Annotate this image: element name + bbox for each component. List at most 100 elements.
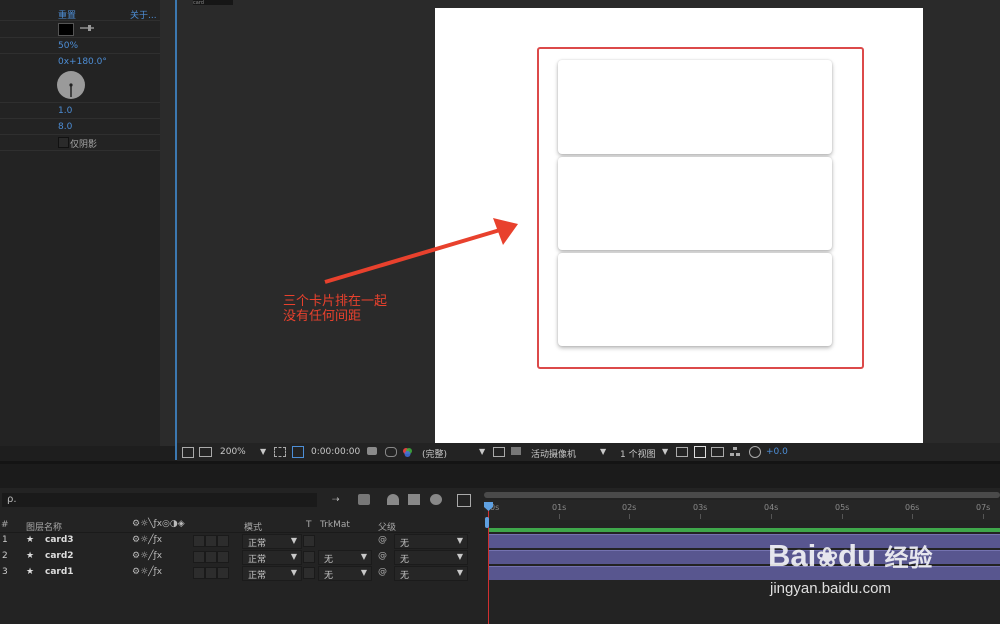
exposure-reset-icon[interactable] <box>749 446 761 458</box>
pickwhip-icon[interactable]: @ <box>378 567 387 577</box>
preserve-transparency-box[interactable] <box>303 535 315 547</box>
views-dropdown-icon[interactable]: ▼ <box>662 447 668 456</box>
ruler-label: 07s <box>976 503 991 512</box>
pickwhip-icon[interactable]: @ <box>378 535 387 545</box>
views-dropdown[interactable]: 1 个视图 <box>620 447 656 460</box>
mode-dropdown[interactable]: 正常 ▼ <box>242 534 302 549</box>
switch-box[interactable] <box>205 567 217 579</box>
mode-value: 正常 <box>248 539 267 549</box>
layer-row[interactable]: 3 ★ card1 ⚙☼╱ƒx 正常 ▼ 无 ▼ @ 无 ▼ <box>0 565 470 581</box>
draft-3d-icon[interactable] <box>358 494 370 505</box>
layer-switches[interactable]: ⚙☼╱ƒx <box>132 551 162 561</box>
preserve-transparency-box[interactable] <box>303 551 315 563</box>
col-t: T <box>306 520 312 530</box>
show-snapshot-icon[interactable] <box>385 447 397 457</box>
snapshot-icon[interactable] <box>367 447 377 455</box>
zoom-value[interactable]: 200% <box>220 447 246 457</box>
zoom-dropdown-icon[interactable]: ▼ <box>260 447 266 456</box>
layer-row[interactable]: 2 ★ card2 ⚙☼╱ƒx 正常 ▼ 无 ▼ @ 无 ▼ <box>0 549 470 565</box>
direction-value[interactable]: 0x+180.0° <box>58 57 107 67</box>
trkmat-dropdown[interactable]: 无 ▼ <box>318 550 372 565</box>
layer-name[interactable]: card1 <box>45 567 74 577</box>
color-channel-icon[interactable] <box>402 447 413 457</box>
watermark-logo: Bai❀du 经验 <box>768 538 933 574</box>
timecode[interactable]: 0:00:00:00 <box>311 447 360 457</box>
trkmat-value: 无 <box>324 571 334 581</box>
switch-box[interactable] <box>193 551 205 563</box>
direction-dial[interactable] <box>57 71 85 99</box>
work-area-bar[interactable] <box>488 528 1000 532</box>
timeline-icon[interactable] <box>711 447 724 457</box>
comp-mini-flowchart-icon[interactable]: ⇢ <box>332 495 340 505</box>
col-layer-name[interactable]: 图层名称 <box>26 520 62 533</box>
parent-dropdown[interactable]: 无 ▼ <box>394 550 468 565</box>
resolution-dropdown-icon[interactable]: ▼ <box>479 447 485 456</box>
camera-dropdown-icon[interactable]: ▼ <box>600 447 606 456</box>
transparency-grid-icon[interactable] <box>292 446 304 458</box>
layer-switches[interactable]: ⚙☼╱ƒx <box>132 567 162 577</box>
layer-name[interactable]: card3 <box>45 535 74 545</box>
chevron-down-icon: ▼ <box>360 552 367 561</box>
roi-icon[interactable] <box>493 447 505 457</box>
resolution-dropdown[interactable]: (完整) <box>422 447 447 460</box>
switch-box[interactable] <box>217 551 229 563</box>
hide-shy-icon[interactable] <box>387 494 399 505</box>
ruler-label: 06s <box>905 503 920 512</box>
search-input[interactable]: ρ. <box>2 493 317 507</box>
playhead-handle[interactable] <box>484 502 493 511</box>
baidu-watermark: Bai❀du 经验 jingyan.baidu.com <box>768 538 1000 608</box>
col-trkmat[interactable]: TrkMat <box>320 520 350 530</box>
ruler-label: 05s <box>835 503 850 512</box>
viewer-toolbar: 200% ▼ 0:00:00:00 (完整) ▼ 活动摄像机 ▼ 1 个视图 ▼… <box>177 443 1000 461</box>
shadow-only-checkbox[interactable] <box>58 137 69 148</box>
frame-blend-icon[interactable] <box>408 494 420 505</box>
trkmat-dropdown[interactable]: 无 ▼ <box>318 566 372 581</box>
toggle-pixel-aspect-icon[interactable] <box>676 447 688 457</box>
shadow-only-label: 仅阴影 <box>70 140 98 150</box>
monitor-icon[interactable] <box>199 447 212 457</box>
switch-box[interactable] <box>217 567 229 579</box>
preserve-transparency-box[interactable] <box>303 567 315 579</box>
timeline-tabbar <box>0 464 1000 488</box>
exposure-value[interactable]: +0.0 <box>766 447 788 457</box>
switch-box[interactable] <box>193 535 205 547</box>
parent-value: 无 <box>400 555 410 565</box>
switch-box[interactable] <box>205 535 217 547</box>
panel-scrollbar[interactable] <box>160 0 175 446</box>
eyedropper-icon[interactable] <box>79 23 95 33</box>
camera-dropdown[interactable]: 活动摄像机 <box>531 447 576 460</box>
chevron-down-icon: ▼ <box>456 552 463 561</box>
switches-icons: ⚙☼╲ƒx◎◑◈ <box>132 519 185 529</box>
col-parent[interactable]: 父级 <box>378 520 396 533</box>
switch-box[interactable] <box>193 567 205 579</box>
star-icon: ★ <box>26 551 35 561</box>
distance-value[interactable]: 1.0 <box>58 106 72 116</box>
shadow-color-swatch[interactable] <box>58 23 74 36</box>
mode-dropdown[interactable]: 正常 ▼ <box>242 550 302 565</box>
time-navigator[interactable] <box>484 492 1000 498</box>
softness-value[interactable]: 8.0 <box>58 122 72 132</box>
layer-name[interactable]: card2 <box>45 551 74 561</box>
annotation-text: 三个卡片排在一起 没有任何间距 <box>283 294 387 324</box>
graph-editor-icon[interactable] <box>457 494 471 507</box>
annotation-arrow <box>324 218 518 284</box>
region-icon[interactable] <box>274 447 286 457</box>
parent-dropdown[interactable]: 无 ▼ <box>394 534 468 549</box>
flowchart-icon[interactable] <box>730 447 740 456</box>
fast-preview-icon[interactable] <box>694 446 706 458</box>
pickwhip-icon[interactable]: @ <box>378 551 387 561</box>
motion-blur-icon[interactable] <box>430 494 442 505</box>
work-area-start-handle[interactable] <box>485 517 489 528</box>
parent-dropdown[interactable]: 无 ▼ <box>394 566 468 581</box>
switch-box[interactable] <box>205 551 217 563</box>
layer-row[interactable]: 1 ★ card3 ⚙☼╱ƒx 正常 ▼ @ 无 ▼ <box>0 533 470 549</box>
always-preview-icon[interactable] <box>182 447 194 458</box>
col-mode[interactable]: 模式 <box>244 520 262 533</box>
mode-dropdown[interactable]: 正常 ▼ <box>242 566 302 581</box>
star-icon: ★ <box>26 535 35 545</box>
switch-box[interactable] <box>217 535 229 547</box>
opacity-value[interactable]: 50% <box>58 41 78 51</box>
layer-switches[interactable]: ⚙☼╱ƒx <box>132 535 162 545</box>
viewer-tab[interactable]: card <box>193 0 233 5</box>
checker-icon[interactable] <box>511 447 521 455</box>
